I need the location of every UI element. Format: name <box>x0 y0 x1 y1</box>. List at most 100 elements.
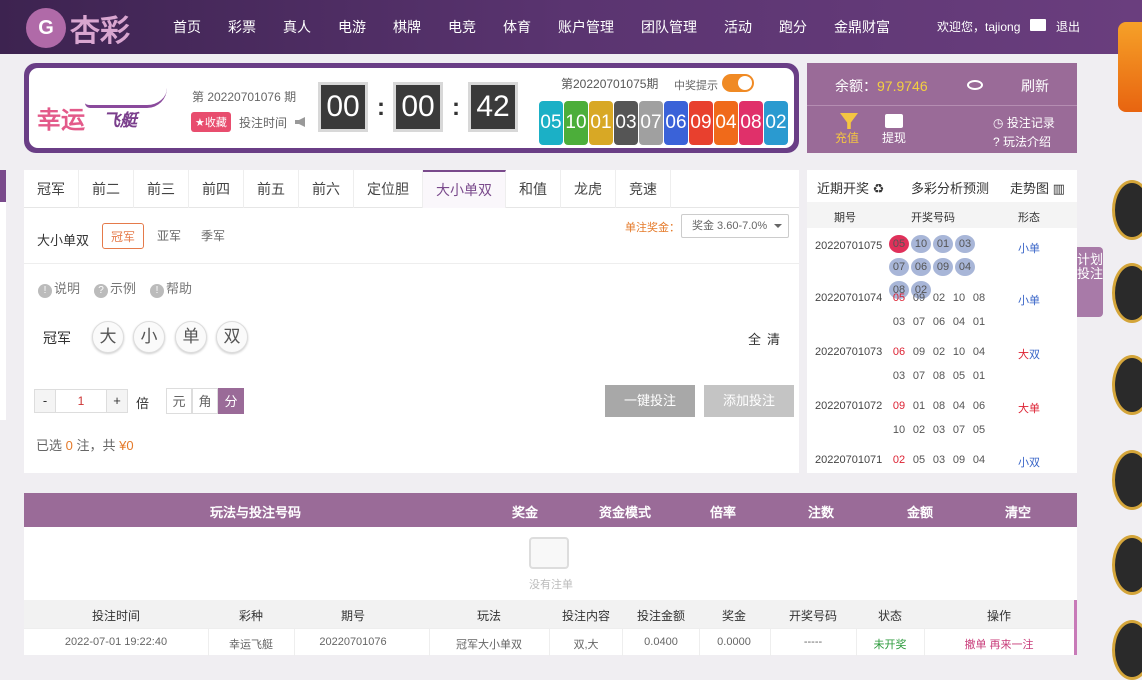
example-link[interactable]: ? 示例 <box>94 278 136 298</box>
history-issue: 20220701075 <box>815 240 883 252</box>
nav-item-team[interactable]: 团队管理 <box>641 17 697 37</box>
history-number: 10 <box>952 292 966 304</box>
nav-item-lottery[interactable]: 彩票 <box>228 17 256 37</box>
tab-play[interactable]: 和值 <box>506 170 561 208</box>
last-draw-balls: 05 10 01 03 07 06 09 04 08 02 <box>539 101 788 145</box>
rec-draw: ----- <box>803 636 823 648</box>
deposit-icon[interactable] <box>840 113 858 129</box>
rec-actions[interactable]: 撤单 再来一注 <box>964 636 1033 652</box>
nav-item-paofen[interactable]: 跑分 <box>779 17 807 37</box>
pick-odd[interactable]: 单 <box>175 321 207 353</box>
tab-analysis[interactable]: 多彩分析预测 <box>911 178 989 197</box>
divider <box>807 105 1077 106</box>
withdraw-button[interactable]: 提现 <box>882 129 906 146</box>
shape-big: 大 <box>1018 349 1029 361</box>
history-shape: 大单 <box>1018 400 1040 416</box>
nav-item-cards[interactable]: 棋牌 <box>393 17 421 37</box>
tab-play[interactable]: 前五 <box>244 170 299 208</box>
side-promo-badge-5[interactable] <box>1112 535 1142 595</box>
tab-play[interactable]: 前三 <box>134 170 189 208</box>
rec-game: 幸运飞艇 <box>229 639 273 651</box>
side-promo-banner[interactable] <box>1118 22 1142 112</box>
history-number: 05 <box>912 454 926 466</box>
trend-label: 走势图 <box>1010 181 1050 196</box>
top-nav-bar: G 杏彩 首页 彩票 真人 电游 棋牌 电竞 体育 账户管理 团队管理 活动 跑… <box>0 0 1142 54</box>
rec-time: 2022-07-01 19:22:40 <box>64 636 168 648</box>
left-side-tab[interactable] <box>0 170 6 420</box>
tab-play[interactable]: 大小单双 <box>423 170 506 208</box>
shape-big: 大单 <box>1018 403 1040 415</box>
side-promo-badge-1[interactable] <box>1112 180 1142 240</box>
tab-trend[interactable]: 走势图 ▥ <box>1010 178 1065 197</box>
summary-prefix: 已选 <box>36 438 63 453</box>
subplay-champion[interactable]: 冠军 <box>102 223 145 249</box>
draw-ball: 05 <box>539 101 563 145</box>
tab-play[interactable]: 前六 <box>299 170 354 208</box>
favorite-button[interactable]: ★收藏 <box>191 112 231 132</box>
unit-yuan[interactable]: 元 <box>166 388 192 414</box>
history-number: 04 <box>972 346 986 358</box>
increase-button[interactable]: + <box>106 389 128 413</box>
history-shape: 小双 <box>1018 454 1040 470</box>
tab-play[interactable]: 冠军 <box>24 170 79 208</box>
nav-item-esports[interactable]: 电竞 <box>448 17 476 37</box>
tab-play[interactable]: 前二 <box>79 170 134 208</box>
tab-recent-draws[interactable]: 近期开奖 ♻ <box>817 178 884 197</box>
subplay-second[interactable]: 亚军 <box>149 223 189 249</box>
rec-col-status: 状态 <box>877 609 903 623</box>
nav-item-home[interactable]: 首页 <box>173 17 201 37</box>
bet-record-link[interactable]: ◷ 投注记录 <box>993 114 1055 131</box>
rec-col-bonus: 奖金 <box>721 609 747 623</box>
summary-middle: 注，共 <box>76 438 116 453</box>
prize-tip-toggle[interactable] <box>722 74 754 92</box>
explain-link[interactable]: ! 说明 <box>38 278 80 298</box>
unit-jiao[interactable]: 角 <box>192 388 218 414</box>
pick-big[interactable]: 大 <box>92 321 124 353</box>
decrease-button[interactable]: - <box>34 389 56 413</box>
unit-fen[interactable]: 分 <box>218 388 244 414</box>
nav-item-account[interactable]: 账户管理 <box>558 17 614 37</box>
tab-play[interactable]: 前四 <box>189 170 244 208</box>
clear-all-button[interactable]: 清空 <box>1005 502 1031 521</box>
logout-link[interactable]: 退出 <box>1056 18 1080 35</box>
history-issue: 20220701071 <box>815 454 883 466</box>
deposit-button[interactable]: 充值 <box>835 129 859 146</box>
tab-play[interactable]: 竞速 <box>616 170 671 208</box>
nav-item-wealth[interactable]: 金鼎财富 <box>834 17 890 37</box>
draw-ball: 10 <box>564 101 588 145</box>
refresh-button[interactable]: 刷新 <box>1021 76 1049 96</box>
example-label: 示例 <box>110 281 137 296</box>
pick-small[interactable]: 小 <box>133 321 165 353</box>
plan-bet-tab[interactable]: 计划投注 <box>1077 247 1103 317</box>
subplay-third[interactable]: 季军 <box>193 223 233 249</box>
all-clear-button[interactable]: 全清 <box>748 329 786 348</box>
side-promo-badge-2[interactable] <box>1112 263 1142 323</box>
nav-item-live[interactable]: 真人 <box>283 17 311 37</box>
nav-item-sports[interactable]: 体育 <box>503 17 531 37</box>
side-promo-badge-3[interactable] <box>1112 355 1142 415</box>
quick-bet-button[interactable]: 一键投注 <box>605 385 695 417</box>
info-icon: ! <box>150 284 165 298</box>
speaker-icon[interactable] <box>295 117 305 127</box>
shape-rest: 小双 <box>1018 457 1040 469</box>
history-number: 04 <box>955 258 975 276</box>
tab-play[interactable]: 定位胆 <box>354 170 423 208</box>
add-bet-button[interactable]: 添加投注 <box>704 385 794 417</box>
nav-item-activity[interactable]: 活动 <box>724 17 752 37</box>
mail-icon[interactable] <box>1030 19 1046 31</box>
bonus-select[interactable]: 奖金 3.60-7.0% <box>681 214 789 238</box>
nav-item-slots[interactable]: 电游 <box>338 17 366 37</box>
last-issue: 第20220701075期 <box>561 77 659 91</box>
current-issue: 第 20220701076 期 <box>192 90 297 104</box>
hide-balance-icon[interactable] <box>967 80 983 90</box>
side-promo-badge-6[interactable] <box>1112 620 1142 680</box>
tab-play[interactable]: 龙虎 <box>561 170 616 208</box>
brand-logo[interactable]: G 杏彩 <box>26 6 130 50</box>
side-promo-badge-4[interactable] <box>1112 450 1142 510</box>
subplay-row: 大小单双 冠军 亚军 季军 单注奖金： 奖金 3.60-7.0% <box>24 208 799 264</box>
rules-link[interactable]: ? 玩法介绍 <box>993 133 1051 150</box>
pick-even[interactable]: 双 <box>216 321 248 353</box>
multiplier-input[interactable]: 1 <box>56 389 106 413</box>
withdraw-icon[interactable] <box>885 114 903 128</box>
help-link[interactable]: ! 帮助 <box>150 278 192 298</box>
